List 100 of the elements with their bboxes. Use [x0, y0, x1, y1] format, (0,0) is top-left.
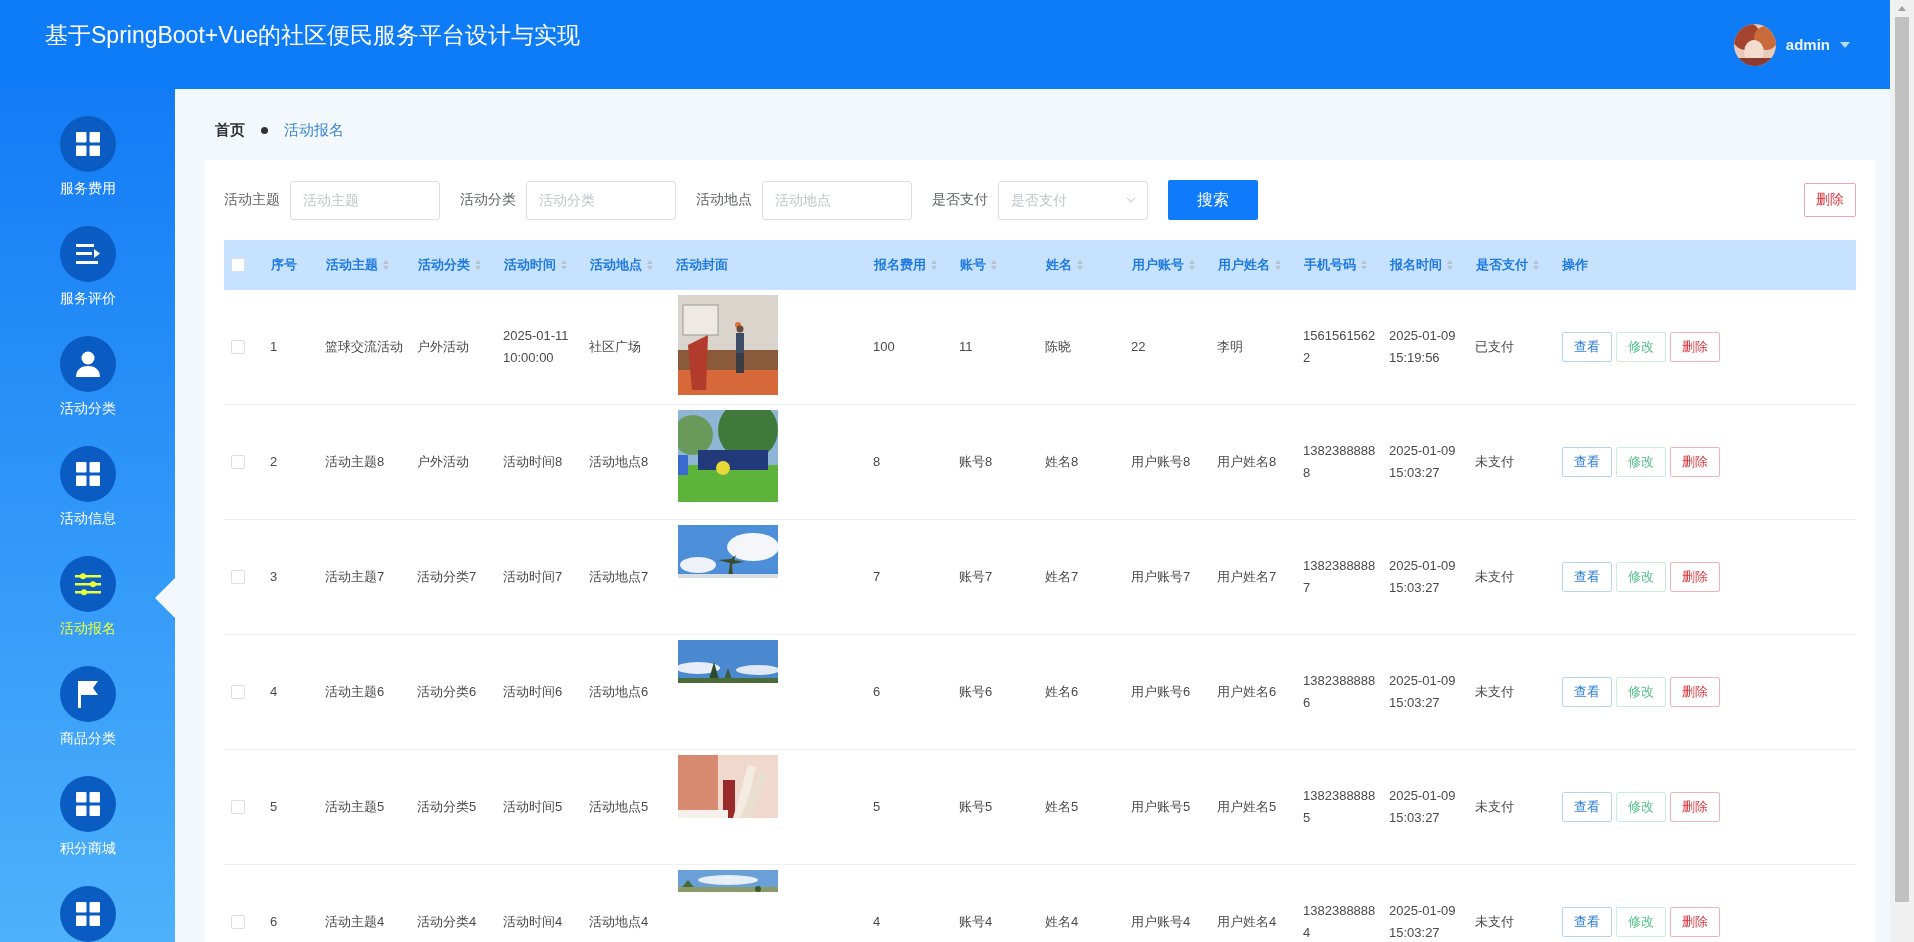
- delete-button[interactable]: 删除: [1670, 907, 1720, 937]
- column-header[interactable]: 用户姓名: [1218, 256, 1270, 274]
- view-button[interactable]: 查看: [1562, 677, 1612, 707]
- table-cell-text: 2025-01-09 15:03:27: [1388, 787, 1457, 827]
- checkbox[interactable]: [231, 340, 245, 354]
- table-cell-text: 15615615622: [1302, 327, 1377, 367]
- table-cell-text: 活动主题6: [324, 683, 386, 701]
- sort-icon[interactable]: [930, 259, 938, 271]
- column-header[interactable]: 是否支付: [1476, 256, 1528, 274]
- column-header[interactable]: 姓名: [1046, 256, 1072, 274]
- edit-button[interactable]: 修改: [1616, 907, 1666, 937]
- edit-button[interactable]: 修改: [1616, 677, 1666, 707]
- column-header[interactable]: 手机号码: [1304, 256, 1356, 274]
- input-field[interactable]: 活动主题: [290, 180, 440, 220]
- scrollbar[interactable]: [1890, 0, 1914, 942]
- sort-icon[interactable]: [1360, 259, 1368, 271]
- column-header[interactable]: 活动地点: [590, 256, 642, 274]
- table-cell-text: 姓名4: [1044, 913, 1080, 931]
- view-button[interactable]: 查看: [1562, 447, 1612, 477]
- sort-icon[interactable]: [474, 259, 482, 271]
- select-field[interactable]: 是否支付: [998, 180, 1148, 220]
- view-button[interactable]: 查看: [1562, 792, 1612, 822]
- table-cell-text: 未支付: [1474, 453, 1515, 471]
- chevron-icon[interactable]: [1126, 196, 1136, 203]
- menu-item[interactable]: 商品分类: [59, 730, 116, 750]
- edit-button[interactable]: 修改: [1616, 792, 1666, 822]
- user-name[interactable]: admin: [1785, 36, 1830, 53]
- grid-icon: [75, 132, 100, 156]
- checkbox[interactable]: [231, 258, 245, 272]
- view-button[interactable]: 查看: [1562, 332, 1612, 362]
- delete-button[interactable]: 删除: [1670, 792, 1720, 822]
- menu-item[interactable]: 服务评价: [59, 290, 116, 310]
- menu-item[interactable]: 活动分类: [59, 400, 116, 420]
- table-cell-text: 用户姓名5: [1216, 798, 1278, 816]
- table-cell-text: 活动时间4: [502, 913, 564, 931]
- delete-button[interactable]: 删除: [1670, 677, 1720, 707]
- table-cell-text: 22: [1130, 338, 1147, 356]
- column-header[interactable]: 账号: [960, 256, 986, 274]
- menu-item[interactable]: 服务费用: [59, 180, 116, 200]
- view-button[interactable]: 查看: [1562, 907, 1612, 937]
- table-cell-text: 账号8: [958, 453, 994, 471]
- checkbox[interactable]: [231, 455, 245, 469]
- table-cell-text: 用户账号8: [1130, 453, 1192, 471]
- sort-icon[interactable]: [990, 259, 998, 271]
- delete-button[interactable]: 删除: [1670, 447, 1720, 477]
- column-header[interactable]: 活动分类: [418, 256, 470, 274]
- sort-icon[interactable]: [1446, 259, 1454, 271]
- column-header[interactable]: 报名时间: [1390, 256, 1442, 274]
- table-cell-text: 活动分类4: [416, 913, 478, 931]
- table-cell-text: 用户账号4: [1130, 913, 1192, 931]
- active-pointer: [155, 578, 175, 618]
- delete-button[interactable]: 删除: [1670, 332, 1720, 362]
- table-cell-text: 活动时间7: [502, 568, 564, 586]
- list-icon: [74, 243, 101, 265]
- table-cell-text: 6: [872, 683, 882, 701]
- delete-button[interactable]: 删除: [1670, 562, 1720, 592]
- menu-item[interactable]: 活动信息: [59, 510, 116, 530]
- sort-icon[interactable]: [382, 259, 390, 271]
- table-cell-text: 13823888884: [1302, 902, 1377, 942]
- table-cell-text: 社区广场: [588, 338, 642, 356]
- table-cell-text: 用户姓名8: [1216, 453, 1278, 471]
- menu-item[interactable]: 活动报名: [59, 620, 116, 640]
- table-cell-text: 活动地点6: [588, 683, 650, 701]
- input-field[interactable]: 活动地点: [762, 180, 912, 220]
- breadcrumb-link[interactable]: 首页: [215, 121, 245, 140]
- table-cell-text: 用户姓名6: [1216, 683, 1278, 701]
- table-cell-text: 用户账号7: [1130, 568, 1192, 586]
- table-cell-text: 活动时间5: [502, 798, 564, 816]
- sort-icon[interactable]: [646, 259, 654, 271]
- checkbox[interactable]: [231, 570, 245, 584]
- sort-icon[interactable]: [1532, 259, 1540, 271]
- sort-icon[interactable]: [1274, 259, 1282, 271]
- table-cell-text: 已支付: [1474, 338, 1515, 356]
- view-button[interactable]: 查看: [1562, 562, 1612, 592]
- table-cell-text: 活动地点5: [588, 798, 650, 816]
- sort-icon[interactable]: [560, 259, 568, 271]
- checkbox[interactable]: [231, 685, 245, 699]
- column-header[interactable]: 用户账号: [1132, 256, 1184, 274]
- table-cell-text: 活动分类6: [416, 683, 478, 701]
- column-header[interactable]: 活动主题: [326, 256, 378, 274]
- column-header[interactable]: 报名费用: [874, 256, 926, 274]
- checkbox[interactable]: [231, 800, 245, 814]
- edit-button[interactable]: 修改: [1616, 447, 1666, 477]
- checkbox[interactable]: [231, 915, 245, 929]
- sort-icon[interactable]: [1188, 259, 1196, 271]
- edit-button[interactable]: 修改: [1616, 562, 1666, 592]
- table-cell-text: 7: [872, 568, 882, 586]
- table-cell-text: 活动时间8: [502, 453, 564, 471]
- delete-button[interactable]: 删除: [1804, 183, 1856, 217]
- column-header[interactable]: 活动时间: [504, 256, 556, 274]
- scroll-up-icon[interactable]: [1898, 6, 1906, 11]
- table-cell-text: 活动时间6: [502, 683, 564, 701]
- edit-button[interactable]: 修改: [1616, 332, 1666, 362]
- input-field[interactable]: 活动分类: [526, 180, 676, 220]
- menu-item[interactable]: 积分商城: [59, 840, 116, 860]
- table-cell-text: 100: [872, 338, 896, 356]
- sort-icon[interactable]: [1076, 259, 1084, 271]
- caret-icon[interactable]: [1840, 41, 1850, 48]
- search-button[interactable]: 搜索: [1168, 180, 1258, 220]
- table-cell-text: 用户姓名7: [1216, 568, 1278, 586]
